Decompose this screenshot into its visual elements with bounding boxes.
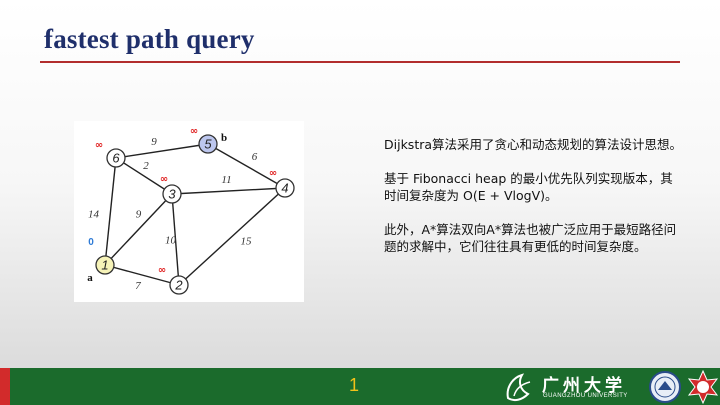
- node-distance-4: ∞: [269, 168, 277, 179]
- edge-weight-6-1: 14: [88, 209, 100, 221]
- university-logo: 广州大学 GUANGZHOU UNIVERSITY: [500, 370, 720, 404]
- edge-weight-6-3: 2: [143, 160, 149, 172]
- slide-title: fastest path query: [44, 24, 255, 54]
- graph-edge-1-2: [104, 264, 180, 286]
- edge-weight-6-5: 9: [151, 136, 157, 148]
- graph-edge-1-3: [104, 193, 173, 266]
- badge-icon: [687, 370, 719, 404]
- graph-figure: 9 6 2 11 14 9 10 15 7 1 0 a 2 ∞ 3 ∞ 4 ∞ 5 ∞ b 6 ∞: [74, 121, 304, 302]
- university-name-en: GUANGZHOU UNIVERSITY: [543, 393, 628, 399]
- description-text: Dijkstra算法采用了贪心和动态规划的算法设计思想。 基于 Fibonacc…: [384, 136, 684, 272]
- node-distance-5: ∞: [190, 126, 198, 137]
- footer-bar: 1 广州大学 GUANGZHOU UNIVERSITY: [0, 368, 720, 405]
- node-label-5: 5: [204, 137, 212, 152]
- page-number: 1: [348, 375, 359, 395]
- edge-weight-3-4: 11: [221, 174, 231, 186]
- edge-weight-5-4: 6: [252, 151, 258, 163]
- edge-weight-3-2: 10: [165, 235, 177, 247]
- graph-svg: 9621114 910 15710a 2∞3∞4∞5∞b6∞: [87, 126, 295, 295]
- node-distance-1: 0: [88, 237, 94, 248]
- node-distance-3: ∞: [160, 174, 168, 185]
- graph-edge-6-1: [104, 157, 117, 266]
- node-label-2: 2: [174, 278, 183, 293]
- node-label-6: 6: [112, 151, 120, 166]
- node-tag-a: a: [87, 272, 93, 284]
- footer-accent: [0, 368, 10, 405]
- graph-edge-2-4: [178, 187, 286, 286]
- title-divider: [40, 61, 680, 63]
- paragraph-fibonacci: 基于 Fibonacci heap 的最小优先队列实现版本，其时间复杂度为 O(…: [384, 171, 673, 203]
- seal-icon: [649, 371, 681, 403]
- edge-weight-1-2: 7: [135, 280, 141, 292]
- emblem-icon: [506, 373, 531, 402]
- graph-edge-3-4: [171, 187, 286, 195]
- node-tag-b: b: [221, 132, 227, 144]
- node-distance-2: ∞: [158, 265, 166, 276]
- node-label-4: 4: [281, 181, 288, 196]
- edge-weight-2-4: 15: [241, 236, 253, 248]
- graph-edge-5-4: [207, 143, 286, 189]
- graph-edge-6-5: [115, 143, 209, 159]
- edge-weight-1-3: 9: [136, 209, 142, 221]
- node-label-1: 1: [101, 258, 108, 273]
- paragraph-dijkstra: Dijkstra算法采用了贪心和动态规划的算法设计思想。: [384, 137, 683, 152]
- paragraph-astar: 此外，A*算法双向A*算法也被广泛应用于最短路径问题的求解中，它们往往具有更低的…: [384, 222, 677, 254]
- node-distance-6: ∞: [95, 140, 103, 151]
- node-label-3: 3: [168, 187, 176, 202]
